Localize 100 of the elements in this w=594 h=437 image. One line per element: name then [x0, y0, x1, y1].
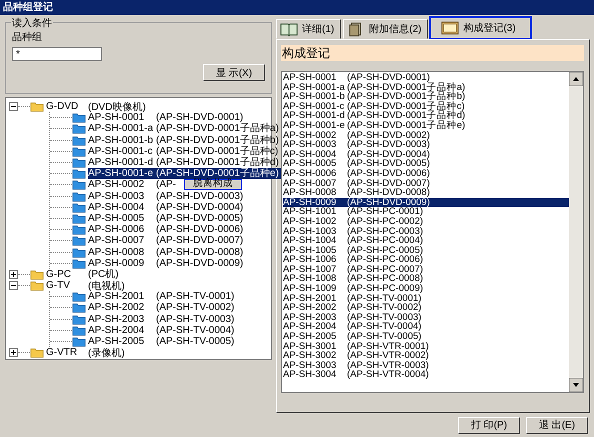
group-legend: 读入条件	[11, 16, 53, 30]
tree-item[interactable]: AP-SH-0001-c (AP-SH-DVD-0001子品种c)	[88, 146, 280, 157]
list-item[interactable]: AP-SH-0002 (AP-SH-DVD-0002)	[283, 130, 569, 140]
tab[interactable]: 详细(1)	[276, 19, 342, 39]
list-item[interactable]: AP-SH-2001 (AP-SH-TV-0001)	[283, 294, 569, 304]
list-item[interactable]: AP-SH-0007 (AP-SH-DVD-0007)	[283, 178, 569, 188]
tree-item[interactable]: AP-SH-0008 (AP-SH-DVD-0008)	[88, 246, 246, 258]
list-item[interactable]: AP-SH-0001-e (AP-SH-DVD-0001子品种e)	[283, 120, 569, 131]
list-item[interactable]: AP-SH-0001 (AP-SH-DVD-0001)	[283, 73, 569, 83]
tree-item[interactable]: AP-SH-0005 (AP-SH-DVD-0005)	[88, 212, 246, 224]
list-item[interactable]: AP-SH-1006 (AP-SH-PC-0006)	[283, 255, 569, 265]
list-item[interactable]: AP-SH-1009 (AP-SH-PC-0009)	[283, 284, 569, 294]
list-item[interactable]: AP-SH-0009 (AP-SH-DVD-0009)	[283, 198, 569, 208]
tree-item[interactable]: AP-SH-0001-e (AP-SH-DVD-0001子品种e)	[88, 168, 281, 180]
tree-item[interactable]: AP-SH-0001-a (AP-SH-DVD-0001子品种a)	[88, 123, 281, 134]
folder-icon	[72, 112, 86, 124]
input-field[interactable]: *	[12, 47, 102, 61]
list-item[interactable]: AP-SH-3004 (AP-SH-VTR-0004)	[283, 370, 569, 380]
tree-item[interactable]: G-VTR	[46, 347, 88, 358]
list-item[interactable]: AP-SH-1002 (AP-SH-PC-0002)	[283, 216, 569, 226]
list-item[interactable]: AP-SH-0001-d (AP-SH-DVD-0001子品种d)	[283, 111, 569, 121]
folder-icon	[72, 246, 86, 258]
list-item[interactable]: AP-SH-0001-c (AP-SH-DVD-0001子品种c)	[283, 102, 569, 112]
list-item[interactable]: AP-SH-1001 (AP-SH-PC-0001)	[283, 207, 569, 217]
tree-item[interactable]: AP-SH-0004 (AP-SH-DVD-0004)	[88, 202, 246, 213]
folder-icon	[72, 212, 86, 224]
tree-item[interactable]: AP-SH-0002 (AP-	[88, 179, 178, 190]
tree-item[interactable]: AP-SH-0001-b (AP-SH-DVD-0001子品种b)	[88, 134, 281, 146]
tree-item[interactable]: AP-SH-0003 (AP-SH-DVD-0003)	[88, 190, 246, 202]
list-item[interactable]: AP-SH-1007 (AP-SH-PC-0007)	[283, 264, 569, 274]
monitor-icon	[441, 20, 460, 36]
list-item[interactable]: AP-SH-0008 (AP-SH-DVD-0008)	[283, 188, 569, 198]
folder-icon	[72, 324, 86, 336]
list-item[interactable]: AP-SH-1005 (AP-SH-PC-0005)	[283, 246, 569, 256]
list-item[interactable]: AP-SH-0001-a (AP-SH-DVD-0001子品种a)	[283, 82, 569, 92]
list-item[interactable]: AP-SH-0001-b (AP-SH-DVD-0001子品种b)	[283, 92, 569, 102]
folder-icon	[72, 291, 86, 302]
folder-icon	[72, 168, 86, 180]
tree-item-name: (电视机)	[88, 280, 125, 292]
expander-icon[interactable]	[9, 102, 18, 112]
list-item[interactable]: AP-SH-2003 (AP-SH-TV-0003)	[283, 312, 569, 322]
expander-icon[interactable]	[9, 270, 18, 279]
expander-icon[interactable]	[9, 348, 18, 358]
tree-item[interactable]: AP-SH-0001 (AP-SH-DVD-0001)	[88, 112, 246, 124]
scroll-down-icon[interactable]	[569, 378, 583, 392]
folder-icon	[72, 258, 86, 269]
field-label: 品种组	[12, 30, 43, 44]
list-item[interactable]: AP-SH-0004 (AP-SH-DVD-0004)	[283, 150, 569, 160]
folder-icon	[72, 146, 86, 157]
list-item[interactable]: AP-SH-2005 (AP-SH-TV-0005)	[283, 332, 569, 342]
menu-item[interactable]: 脱离构成	[193, 180, 233, 188]
tree-item[interactable]: AP-SH-0001-d (AP-SH-DVD-0001子品种d)	[88, 157, 281, 168]
tree-item-name: (录像机)	[88, 346, 125, 360]
list-item[interactable]: AP-SH-3001 (AP-SH-VTR-0001)	[283, 342, 569, 352]
folder-icon	[30, 280, 44, 292]
folder-icon	[72, 134, 86, 146]
tree-item[interactable]: AP-SH-0007 (AP-SH-DVD-0007)	[88, 235, 246, 246]
tree-item[interactable]: AP-SH-2003 (AP-SH-TV-0003)	[88, 314, 236, 325]
list-item[interactable]: AP-SH-1004 (AP-SH-PC-0004)	[283, 236, 569, 246]
list-item[interactable]: AP-SH-1003 (AP-SH-PC-0003)	[283, 226, 569, 236]
tree-item[interactable]: AP-SH-0006 (AP-SH-DVD-0006)	[88, 224, 246, 236]
folder-icon	[72, 336, 86, 348]
tree-item[interactable]: G-TV	[46, 280, 88, 292]
tree-item[interactable]: AP-SH-2005 (AP-SH-TV-0005)	[88, 336, 236, 348]
book-icon	[280, 22, 298, 36]
tab[interactable]: 附加信息(2)	[343, 19, 428, 39]
scroll-up-icon[interactable]	[569, 72, 583, 86]
folder-icon	[72, 123, 86, 134]
show-button[interactable]: 显 示(X)	[203, 64, 265, 81]
scrollbar[interactable]	[569, 72, 583, 392]
tab[interactable]: 构成登记(3)	[430, 17, 531, 39]
folder-icon	[72, 314, 86, 325]
tree-item[interactable]: G-PC	[46, 268, 88, 280]
dialog-button[interactable]: 打 印(P)	[458, 416, 520, 434]
tree-item-name: (DVD映像机)	[88, 100, 146, 113]
tree-item[interactable]: AP-SH-0009 (AP-SH-DVD-0009)	[88, 258, 246, 269]
window-title: 品种组登记	[0, 0, 594, 15]
folder-icon	[72, 190, 86, 202]
tree-item[interactable]: AP-SH-2002 (AP-SH-TV-0002)	[88, 302, 236, 314]
folder-icon	[72, 224, 86, 236]
folder-icon	[30, 347, 44, 358]
dialog-button[interactable]: 退 出(E)	[526, 416, 588, 434]
list-item[interactable]: AP-SH-2004 (AP-SH-TV-0004)	[283, 322, 569, 332]
folder-icon	[72, 157, 86, 168]
expander-icon[interactable]	[9, 281, 18, 290]
list-item[interactable]: AP-SH-1008 (AP-SH-PC-0008)	[283, 274, 569, 284]
tree-item[interactable]: AP-SH-2001 (AP-SH-TV-0001)	[88, 291, 236, 302]
folder-icon	[72, 202, 86, 213]
list-item[interactable]: AP-SH-0006 (AP-SH-DVD-0006)	[283, 168, 569, 179]
tree-item-name: (PC机)	[88, 268, 119, 280]
folder-icon	[72, 302, 86, 314]
tree-item[interactable]: G-DVD	[46, 101, 88, 112]
tree-item[interactable]: AP-SH-2004 (AP-SH-TV-0004)	[88, 324, 236, 336]
folder-icon	[72, 179, 86, 190]
folder-icon	[30, 268, 44, 280]
list-item[interactable]: AP-SH-2002 (AP-SH-TV-0002)	[283, 303, 569, 313]
list-item[interactable]: AP-SH-0005 (AP-SH-DVD-0005)	[283, 159, 569, 169]
list-item[interactable]: AP-SH-0003 (AP-SH-DVD-0003)	[283, 140, 569, 150]
list-item[interactable]: AP-SH-3002 (AP-SH-VTR-0002)	[283, 351, 569, 361]
list-item[interactable]: AP-SH-3003 (AP-SH-VTR-0003)	[283, 360, 569, 370]
